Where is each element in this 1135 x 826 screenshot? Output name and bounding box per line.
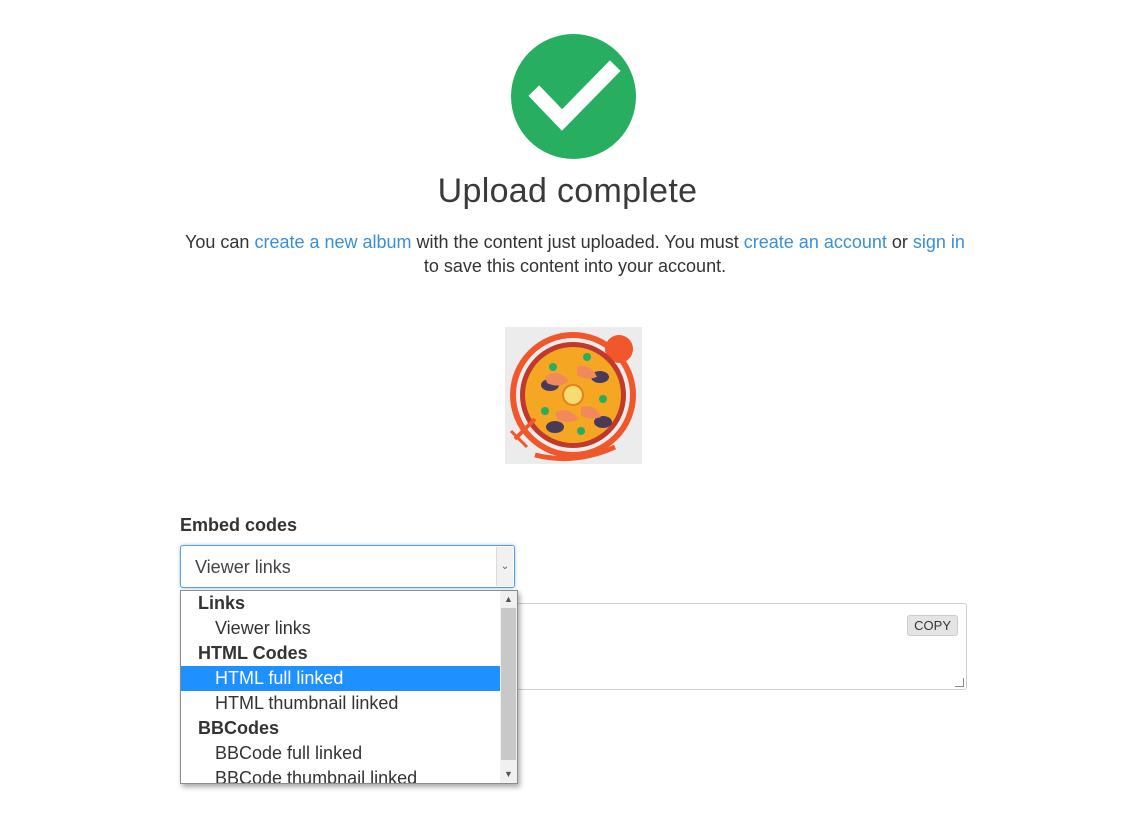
option-viewer-links[interactable]: Viewer links	[181, 616, 501, 641]
embed-code-textarea[interactable]: COPY	[500, 603, 967, 690]
option-bbcode-thumbnail-linked[interactable]: BBCode thumbnail linked	[181, 766, 501, 783]
resize-handle[interactable]	[955, 678, 964, 687]
uploaded-image-thumbnail[interactable]	[505, 327, 642, 464]
copy-button[interactable]: COPY	[907, 615, 958, 636]
embed-codes-select[interactable]: Viewer links ⌄	[180, 545, 515, 588]
upload-message: You can create a new album with the cont…	[185, 232, 965, 276]
chevron-down-icon[interactable]: ⌄	[496, 547, 513, 586]
scroll-down-icon[interactable]: ▼	[500, 766, 517, 783]
sign-in-link[interactable]: sign in	[913, 232, 965, 252]
success-check-icon	[511, 34, 636, 159]
scrollbar-thumb[interactable]	[501, 608, 516, 760]
option-group-html-codes: HTML Codes	[198, 643, 308, 663]
create-album-link[interactable]: create a new album	[254, 232, 411, 252]
embed-codes-label: Embed codes	[180, 515, 298, 535]
option-html-thumbnail-linked[interactable]: HTML thumbnail linked	[181, 691, 501, 716]
select-current-value: Viewer links	[195, 557, 291, 577]
option-group-bbcodes: BBCodes	[198, 718, 280, 738]
option-group-links: Links	[198, 593, 246, 613]
page-title: Upload complete	[437, 172, 698, 210]
dropdown-scrollbar[interactable]: ▲ ▼	[500, 591, 517, 783]
create-account-link[interactable]: create an account	[744, 232, 887, 252]
scroll-up-icon[interactable]: ▲	[500, 591, 517, 608]
dropdown-options-list: Links Viewer links HTML Codes HTML full …	[181, 591, 501, 783]
option-html-full-linked[interactable]: HTML full linked	[181, 666, 501, 691]
embed-codes-dropdown[interactable]: Links Viewer links HTML Codes HTML full …	[180, 590, 518, 784]
option-bbcode-full-linked[interactable]: BBCode full linked	[181, 741, 501, 766]
